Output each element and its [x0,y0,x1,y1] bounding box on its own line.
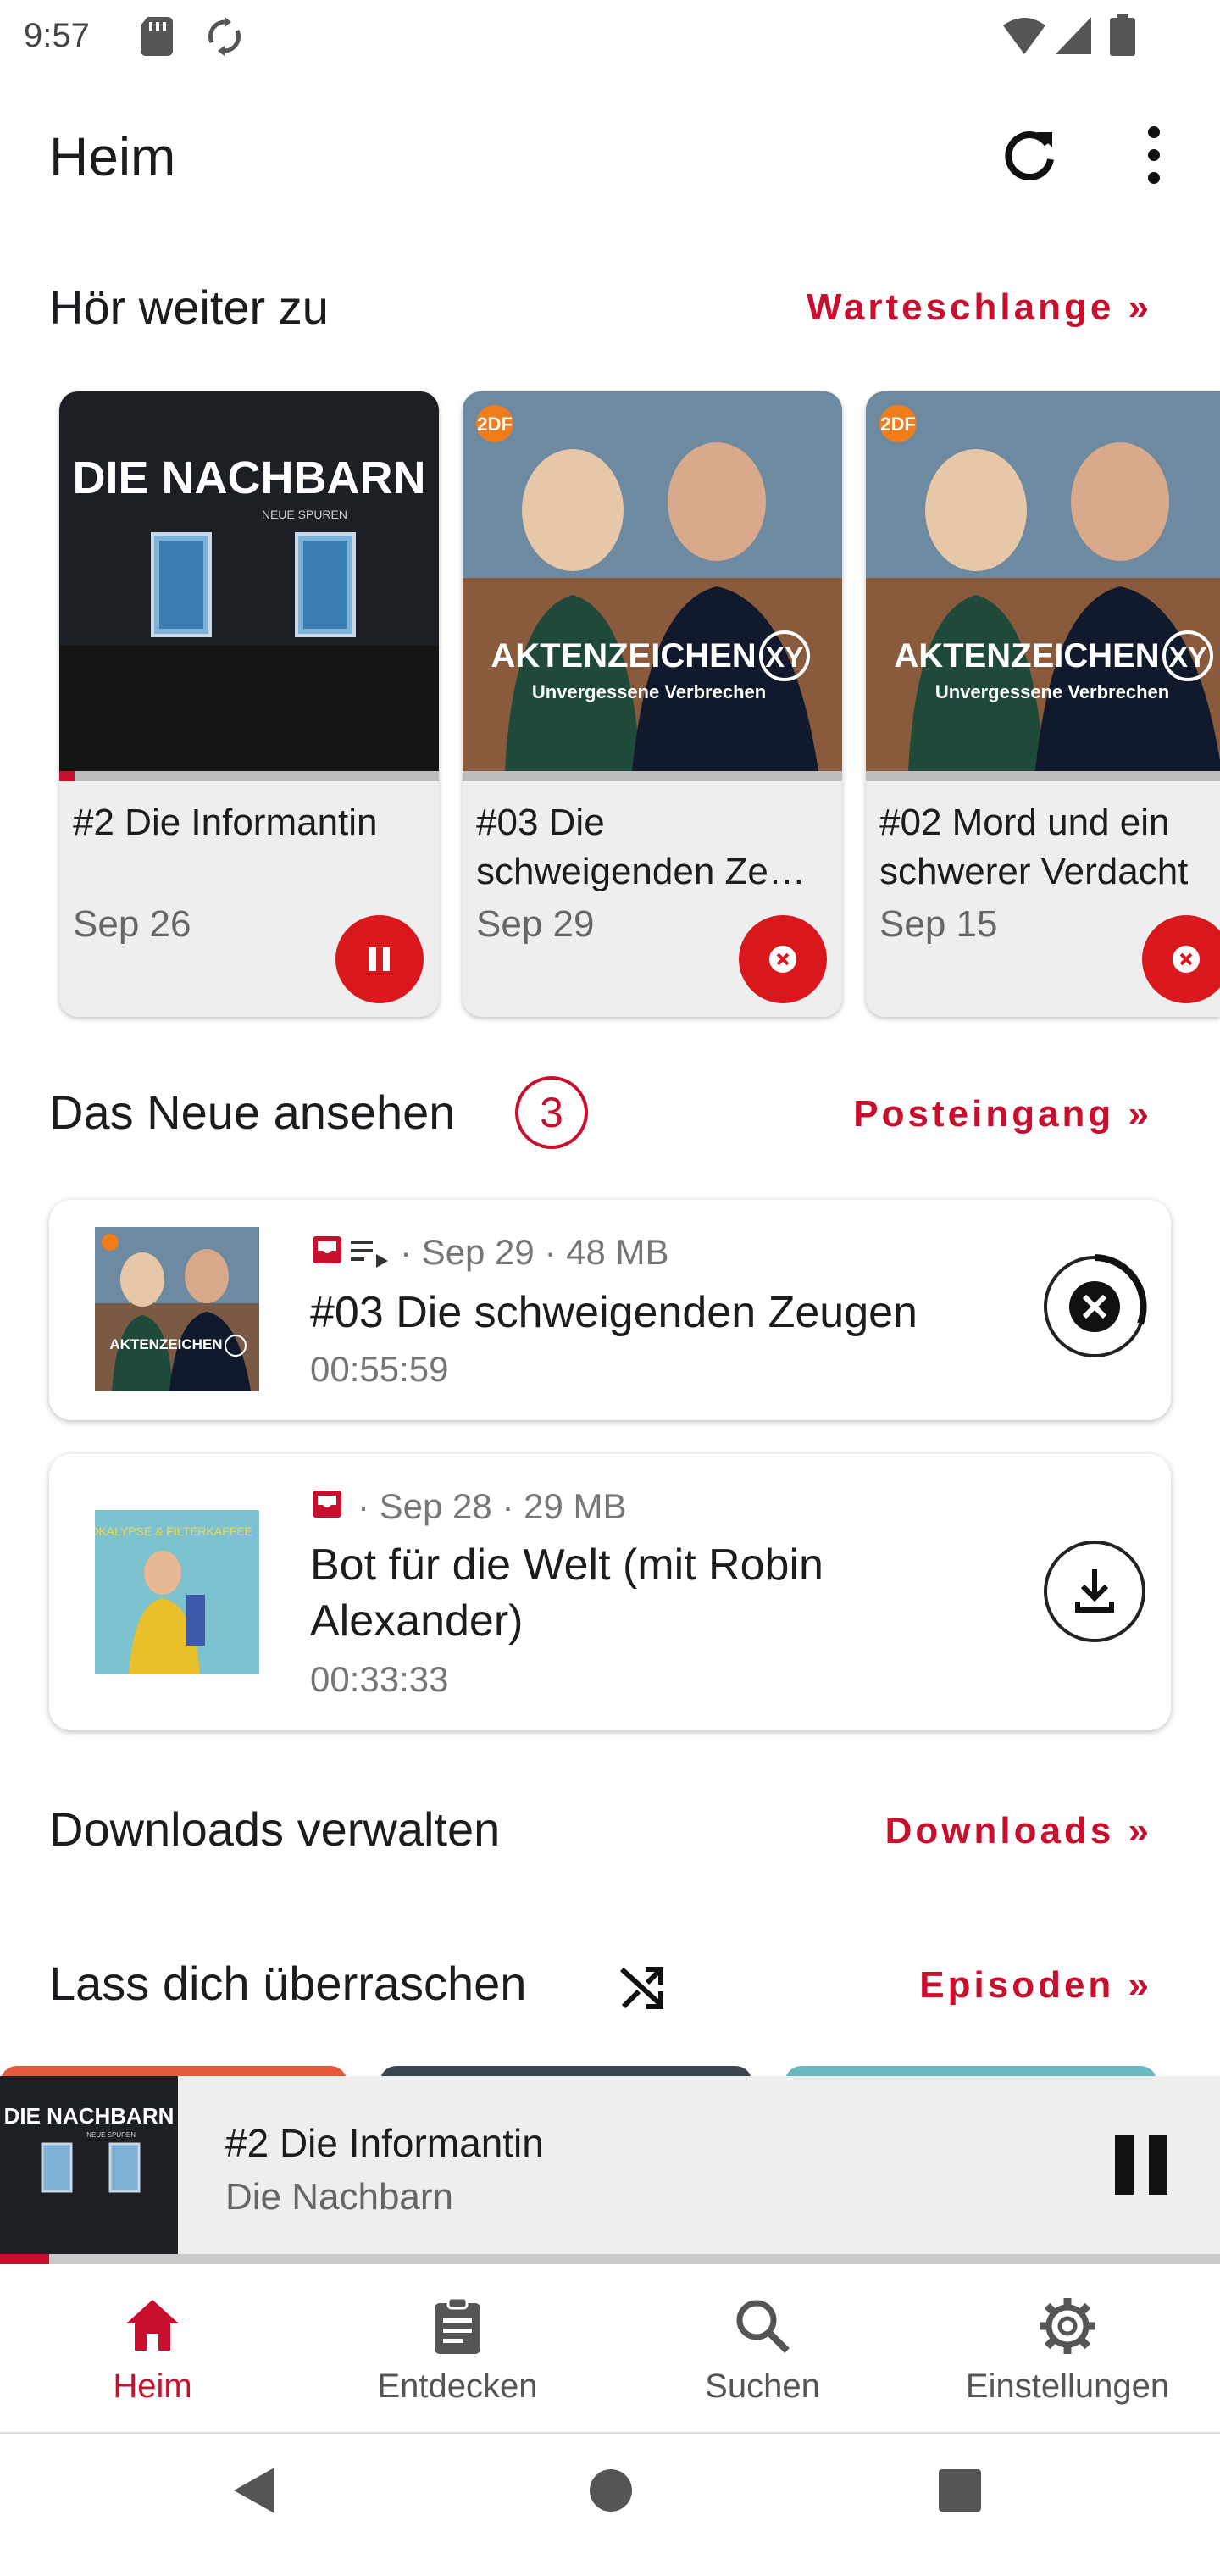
nav-label: Entdecken [377,2368,538,2405]
episode-progress-track [59,771,439,781]
inbox-count-badge: 3 [515,1076,588,1149]
recents-icon[interactable] [937,2468,983,2513]
search-icon [736,2300,790,2353]
cover-title: AKTENZEICHEN [491,637,756,675]
cancel-icon [769,946,796,973]
episode-title: #03 Die schweigenden Zeugen [310,1288,918,1337]
download-button[interactable] [1042,1539,1147,1644]
episode-progress-track [463,771,842,781]
bottom-navigation: Heim Entdecken Suchen Einstellungen [0,2264,1220,2434]
episode-progress-track [866,771,1220,781]
cover-title: DIE NACHBARN [73,452,426,503]
podcast-cover: 2DF AKTENZEICHEN XY Unvergessene Verbrec… [463,391,842,771]
player-podcast-title: Die Nachbarn [225,2176,454,2218]
player-progress-track[interactable] [0,2254,1220,2264]
episode-date: Sep 26 [73,903,191,945]
page-title: Heim [49,126,176,187]
continue-card[interactable]: DIE NACHBARN NEUE SPUREN #2 Die Informan… [59,391,439,1017]
nav-item-home[interactable]: Heim [0,2264,305,2434]
system-navigation-bar [0,2435,1220,2576]
nav-item-search[interactable]: Suchen [610,2264,915,2434]
app-bar: Heim [0,102,1220,212]
cover-text: APOKALYPSE & FILTERKAFFEE [95,1524,252,1538]
surprise-section-title: Lass dich überraschen [49,1957,527,2010]
clipboard-icon [435,2296,480,2354]
svg-text:XY: XY [765,641,804,674]
home-icon [126,2300,179,2351]
nav-label: Einstellungen [965,2368,1170,2405]
inbox-icon [313,1491,341,1518]
player-cover: DIE NACHBARN NEUE SPUREN [0,2076,178,2254]
continue-section-title: Hör weiter zu [49,280,329,334]
status-time: 9:57 [24,17,90,54]
queue-link[interactable]: Warteschlange » [762,286,1152,329]
episode-title: #02 Mord und ein schwerer Verdacht [879,802,1189,892]
cancel-download-button[interactable] [1142,915,1220,1003]
cover-title: AKTENZEICHEN [894,637,1159,675]
episode-duration: 00:33:33 [310,1659,449,1699]
status-bar: 9:57 [0,0,1220,71]
episode-title: #03 Die schweigenden Ze… [476,802,806,892]
episode-duration: 00:55:59 [310,1349,449,1389]
cover-title: DIE NACHBARN [4,2103,175,2129]
more-vert-icon[interactable] [1127,124,1181,186]
downloads-link[interactable]: Downloads » [762,1810,1152,1852]
sd-card-icon [141,17,173,56]
pause-icon[interactable] [1110,2134,1173,2196]
inbox-episode-card[interactable]: AKTENZEICHEN · Sep 29 · 48 MB #03 Die sc… [49,1200,1171,1420]
battery-icon [1110,14,1135,56]
gear-icon [1040,2298,1095,2354]
episodes-link[interactable]: Episoden » [762,1964,1152,2007]
refresh-icon[interactable] [1000,125,1059,185]
nav-label: Suchen [705,2368,820,2405]
svg-text:AKTENZEICHEN: AKTENZEICHEN [109,1336,222,1352]
episode-date: Sep 29 [476,903,595,945]
cancel-download-button[interactable] [1042,1254,1147,1359]
podcast-cover: DIE NACHBARN NEUE SPUREN [59,391,439,771]
playlist-play-icon [351,1241,388,1268]
mini-player[interactable]: DIE NACHBARN NEUE SPUREN #2 Die Informan… [0,2076,1220,2264]
nav-item-settings[interactable]: Einstellungen [915,2264,1220,2434]
cover-subtitle: Unvergessene Verbrechen [532,681,766,702]
episode-progress-fill [59,771,75,781]
inbox-link[interactable]: Posteingang » [762,1093,1152,1135]
episode-title: Bot für die Welt (mit Robin Alexander) [310,1541,824,1646]
sync-icon [208,17,241,56]
wifi-icon [1003,18,1045,54]
cover-subtitle: NEUE SPUREN [86,2131,136,2139]
episode-date: Sep 15 [879,903,998,945]
inbox-icon [313,1236,341,1263]
nav-item-discover[interactable]: Entdecken [305,2264,610,2434]
episode-meta: · Sep 29 · 48 MB [400,1232,669,1272]
cover-brand: 2DF [477,414,513,435]
back-icon[interactable] [229,2464,280,2517]
episode-thumbnail: APOKALYPSE & FILTERKAFFEE [95,1510,259,1674]
shuffle-icon[interactable] [615,1959,669,2013]
nav-label: Heim [113,2368,192,2405]
continue-card[interactable]: 2DF AKTENZEICHEN XY Unvergessene Verbrec… [463,391,842,1017]
podcast-cover: 2DF AKTENZEICHEN XY Unvergessene Verbrec… [866,391,1220,771]
svg-text:XY: XY [1168,641,1207,674]
episode-meta: · Sep 28 · 29 MB [358,1486,627,1526]
cancel-download-button[interactable] [739,915,827,1003]
inbox-episode-card[interactable]: APOKALYPSE & FILTERKAFFEE · Sep 28 · 29 … [49,1454,1171,1730]
cancel-icon [1173,946,1200,973]
episode-title: #2 Die Informantin [73,802,378,843]
cover-brand: 2DF [880,414,916,435]
home-circle-icon[interactable] [588,2468,634,2513]
player-progress-fill [0,2254,49,2264]
cover-subtitle: Unvergessene Verbrechen [935,681,1169,702]
inbox-section-title: Das Neue ansehen [49,1085,456,1139]
signal-icon [1056,17,1091,54]
pause-button[interactable] [336,915,424,1003]
cover-subtitle: NEUE SPUREN [262,508,347,521]
pause-icon [369,947,390,971]
continue-card[interactable]: 2DF AKTENZEICHEN XY Unvergessene Verbrec… [866,391,1220,1017]
episode-thumbnail: AKTENZEICHEN [95,1227,259,1391]
player-episode-title: #2 Die Informantin [225,2121,544,2165]
downloads-section-title: Downloads verwalten [49,1802,501,1856]
